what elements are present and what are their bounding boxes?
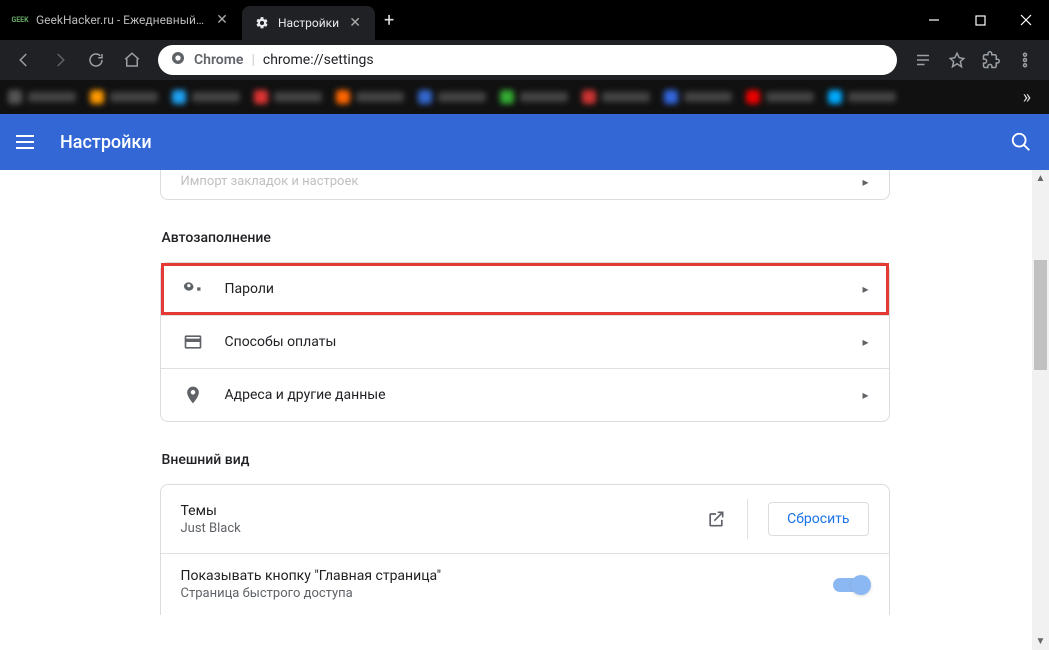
bookmark-item[interactable] xyxy=(746,90,814,104)
credit-card-icon xyxy=(181,330,205,354)
home-button-sub: Страница быстрого доступа xyxy=(181,586,833,601)
bookmark-item[interactable] xyxy=(418,90,486,104)
row-label: Адреса и другие данные xyxy=(225,387,863,403)
reading-list-icon[interactable] xyxy=(907,44,939,76)
theme-value: Just Black xyxy=(181,521,706,536)
window-minimize-button[interactable] xyxy=(911,0,957,40)
new-tab-button[interactable]: + xyxy=(375,0,403,40)
tab-settings[interactable]: Настройки ✕ xyxy=(242,6,375,40)
scrollbar-vertical[interactable]: ▲ ▼ xyxy=(1032,170,1049,650)
favicon-geek: GEEK xyxy=(12,12,28,28)
chevron-right-icon: ▸ xyxy=(862,175,868,189)
omnibox-chip: Chrome xyxy=(194,52,243,68)
home-button[interactable] xyxy=(116,44,148,76)
menu-icon[interactable] xyxy=(1009,44,1041,76)
bookmark-item[interactable] xyxy=(90,90,158,104)
bookmark-star-icon[interactable] xyxy=(941,44,973,76)
bookmarks-overflow-icon[interactable]: » xyxy=(1023,87,1041,108)
scroll-up-icon[interactable]: ▲ xyxy=(1032,170,1049,187)
menu-hamburger-icon[interactable] xyxy=(16,130,40,154)
bookmark-item[interactable] xyxy=(172,90,240,104)
bookmark-item[interactable] xyxy=(254,90,322,104)
payment-row[interactable]: Способы оплаты ▸ xyxy=(161,315,889,368)
home-button-label-group: Показывать кнопку "Главная страница" Стр… xyxy=(181,568,833,601)
tab-label: Настройки xyxy=(278,16,339,30)
tab-geekhacker[interactable]: GEEK GeekHacker.ru - Ежедневный жу ✕ xyxy=(0,0,242,40)
theme-label: Темы xyxy=(181,503,706,519)
window-maximize-button[interactable] xyxy=(957,0,1003,40)
window-close-button[interactable] xyxy=(1003,0,1049,40)
settings-header: Настройки xyxy=(0,114,1049,170)
reload-button[interactable] xyxy=(80,44,112,76)
browser-toolbar: Chrome | chrome://settings xyxy=(0,40,1049,80)
divider xyxy=(747,499,748,539)
gear-icon xyxy=(254,15,270,31)
back-button[interactable] xyxy=(8,44,40,76)
passwords-row[interactable]: Пароли ▸ xyxy=(161,263,889,315)
bookmark-item[interactable] xyxy=(8,90,76,104)
key-icon xyxy=(181,277,205,301)
bookmark-item[interactable] xyxy=(336,90,404,104)
bookmark-item[interactable] xyxy=(500,90,568,104)
row-label: Способы оплаты xyxy=(225,334,863,350)
home-button-toggle[interactable] xyxy=(833,578,869,592)
extensions-icon[interactable] xyxy=(975,44,1007,76)
bookmark-item[interactable] xyxy=(582,90,650,104)
bookmark-item[interactable] xyxy=(664,90,732,104)
omnibox-divider: | xyxy=(251,52,254,68)
tab-close-icon[interactable]: ✕ xyxy=(347,15,363,31)
window-controls xyxy=(911,0,1049,40)
chevron-right-icon: ▸ xyxy=(862,388,868,402)
bookmark-item[interactable] xyxy=(828,90,896,104)
home-button-row[interactable]: Показывать кнопку "Главная страница" Стр… xyxy=(161,553,889,615)
scroll-down-icon[interactable]: ▼ xyxy=(1032,633,1049,650)
chevron-right-icon: ▸ xyxy=(862,335,868,349)
home-button-label: Показывать кнопку "Главная страница" xyxy=(181,568,833,584)
location-pin-icon xyxy=(181,383,205,407)
settings-title: Настройки xyxy=(60,132,1009,153)
addresses-row[interactable]: Адреса и другие данные ▸ xyxy=(161,368,889,421)
window-titlebar: GEEK GeekHacker.ru - Ежедневный жу ✕ Нас… xyxy=(0,0,1049,40)
open-external-icon[interactable] xyxy=(705,508,727,530)
chevron-right-icon: ▸ xyxy=(862,282,868,296)
reset-theme-button[interactable]: Сбросить xyxy=(768,502,868,536)
omnibox-url: chrome://settings xyxy=(263,52,374,68)
import-card: Импорт закладок и настроек ▸ xyxy=(160,170,890,200)
settings-content: ▲ ▼ Импорт закладок и настроек ▸ Автозап… xyxy=(0,170,1049,650)
appearance-card: Темы Just Black Сбросить Показывать кноп… xyxy=(160,484,890,615)
tab-close-icon[interactable]: ✕ xyxy=(214,12,230,28)
theme-label-group: Темы Just Black xyxy=(181,503,706,536)
tab-strip: GEEK GeekHacker.ru - Ежедневный жу ✕ Нас… xyxy=(0,0,911,40)
autofill-section-title: Автозаполнение xyxy=(162,230,890,246)
forward-button[interactable] xyxy=(44,44,76,76)
theme-row[interactable]: Темы Just Black Сбросить xyxy=(161,485,889,553)
scrollbar-thumb[interactable] xyxy=(1034,260,1047,370)
row-label: Пароли xyxy=(225,281,863,297)
address-bar[interactable]: Chrome | chrome://settings xyxy=(158,45,897,75)
bookmarks-bar: » xyxy=(0,80,1049,114)
appearance-section-title: Внешний вид xyxy=(162,452,890,468)
tab-label: GeekHacker.ru - Ежедневный жу xyxy=(36,13,206,27)
import-bookmarks-row[interactable]: Импорт закладок и настроек ▸ xyxy=(161,170,889,199)
autofill-card: Пароли ▸ Способы оплаты ▸ Адреса и други… xyxy=(160,262,890,422)
chrome-page-icon xyxy=(170,50,186,70)
search-icon[interactable] xyxy=(1009,130,1033,154)
import-label: Импорт закладок и настроек xyxy=(181,174,863,189)
